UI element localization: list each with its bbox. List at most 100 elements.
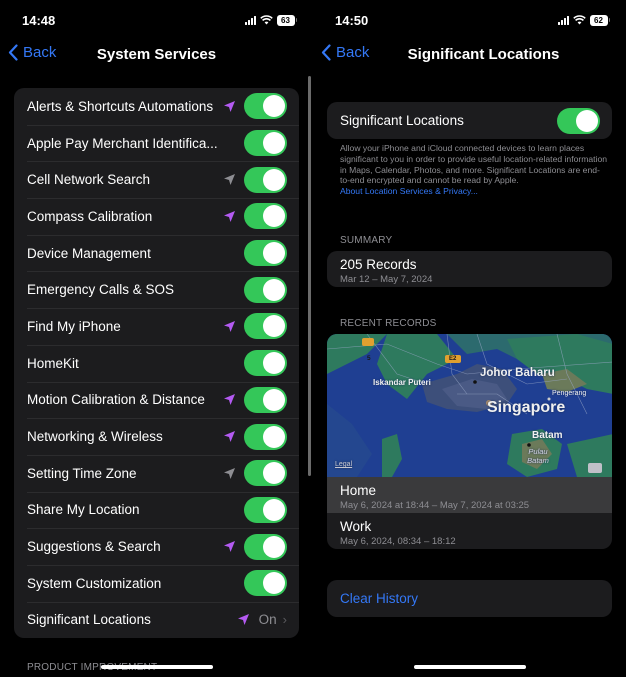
service-row: Setting Time Zone <box>14 454 299 492</box>
description-text: Allow your iPhone and iCloud connected d… <box>340 143 608 197</box>
service-toggle[interactable] <box>244 240 287 267</box>
service-row: Device Management <box>14 234 299 272</box>
service-label: HomeKit <box>27 355 79 371</box>
service-row[interactable]: Significant Locations On › <box>14 601 299 639</box>
service-row: Motion Calibration & Distance <box>14 381 299 419</box>
map-legal-link[interactable]: Legal <box>335 461 352 468</box>
service-row: HomeKit <box>14 344 299 382</box>
cellular-signal-icon <box>244 15 256 25</box>
status-time: 14:48 <box>22 12 56 28</box>
service-row: Emergency Calls & SOS <box>14 271 299 308</box>
map-3d-badge[interactable] <box>588 463 602 473</box>
service-row: Alerts & Shortcuts Automations <box>14 88 299 125</box>
location-arrow-icon <box>237 613 251 627</box>
significant-locations-toggle[interactable] <box>557 107 600 134</box>
location-arrow-icon <box>222 393 236 407</box>
service-label: Find My iPhone <box>27 318 121 334</box>
service-label: Compass Calibration <box>27 208 153 224</box>
cellular-signal-icon <box>557 15 569 25</box>
navigation-bar: Back System Services <box>0 42 313 68</box>
service-toggle[interactable] <box>244 93 287 120</box>
summary-title: 205 Records <box>340 257 417 272</box>
service-label: Share My Location <box>27 502 140 518</box>
battery-icon: 63 <box>276 14 297 26</box>
service-label: Networking & Wireless <box>27 429 163 445</box>
road-shield-5 <box>362 338 374 346</box>
map-label-pulau-batam: Pulau Batam <box>527 447 549 465</box>
service-label: Cell Network Search <box>27 172 151 188</box>
map-road-shield-label: E2 <box>449 356 457 362</box>
location-arrow-icon <box>222 540 236 554</box>
location-arrow-icon <box>222 319 236 333</box>
service-row: Compass Calibration <box>14 198 299 235</box>
service-row: Networking & Wireless <box>14 418 299 455</box>
home-indicator[interactable] <box>413 665 526 669</box>
service-row: Cell Network Search <box>14 161 299 198</box>
battery-icon: 62 <box>589 14 610 26</box>
privacy-link[interactable]: About Location Services & Privacy... <box>340 186 608 197</box>
service-label: System Customization <box>27 575 162 591</box>
status-bar: 14:50 62 <box>335 11 610 29</box>
map-view[interactable]: 5 E2 Johor Baharu Iskandar Puteri Penger… <box>327 334 612 477</box>
service-value: On <box>258 612 277 628</box>
service-toggle[interactable] <box>244 276 287 303</box>
summary-date-range: Mar 12 – May 7, 2024 <box>340 274 433 285</box>
service-row: Find My iPhone <box>14 308 299 345</box>
service-toggle[interactable] <box>244 423 287 450</box>
service-toggle[interactable] <box>244 386 287 413</box>
service-row: Apple Pay Merchant Identifica... <box>14 124 299 162</box>
map-label-iskandar-puteri: Iskandar Puteri <box>373 378 431 387</box>
status-time: 14:50 <box>335 12 369 28</box>
service-label: Emergency Calls & SOS <box>27 282 175 298</box>
wifi-icon <box>259 15 273 25</box>
location-arrow-icon <box>222 99 236 113</box>
service-row: Suggestions & Search <box>14 528 299 565</box>
service-row: Share My Location <box>14 491 299 529</box>
significant-locations-screen: 14:50 62 Back Significant Locations Sign… <box>313 0 626 677</box>
service-label: Apple Pay Merchant Identifica... <box>27 135 218 151</box>
service-label: Significant Locations <box>27 612 151 628</box>
section-header-recent-records: RECENT RECORDS <box>340 318 437 329</box>
map-label-batam: Batam <box>532 430 563 441</box>
location-arrow-icon <box>222 466 236 480</box>
service-toggle[interactable] <box>244 533 287 560</box>
status-bar: 14:48 63 <box>22 11 297 29</box>
record-row-work[interactable]: Work May 6, 2024, 08:34 – 18:12 <box>327 513 612 549</box>
location-arrow-icon <box>222 173 236 187</box>
service-label: Motion Calibration & Distance <box>27 392 205 408</box>
record-row-home[interactable]: Home May 6, 2024 at 18:44 – May 7, 2024 … <box>327 477 612 513</box>
navigation-bar: Back Significant Locations <box>313 42 626 68</box>
page-title: Significant Locations <box>407 46 560 63</box>
map-label-singapore: Singapore <box>487 399 566 416</box>
significant-locations-row: Significant Locations <box>327 102 612 139</box>
service-label: Alerts & Shortcuts Automations <box>27 98 214 114</box>
wifi-icon <box>572 15 586 25</box>
service-toggle[interactable] <box>244 570 287 597</box>
map-label-johor-baharu: Johor Baharu <box>480 367 555 379</box>
service-label: Setting Time Zone <box>27 465 137 481</box>
service-label: Device Management <box>27 245 151 261</box>
service-toggle[interactable] <box>244 130 287 157</box>
summary-group: 205 Records Mar 12 – May 7, 2024 <box>327 251 612 287</box>
service-row: System Customization <box>14 564 299 602</box>
map-road-shield-label: 5 <box>367 355 371 362</box>
service-toggle[interactable] <box>244 496 287 523</box>
home-indicator[interactable] <box>100 665 213 669</box>
summary-row[interactable]: 205 Records Mar 12 – May 7, 2024 <box>327 251 612 287</box>
location-arrow-icon <box>222 209 236 223</box>
service-toggle[interactable] <box>244 313 287 340</box>
service-toggle[interactable] <box>244 350 287 377</box>
location-arrow-icon <box>222 430 236 444</box>
system-services-screen: 14:48 63 Back System Services Alerts & S… <box>0 0 313 677</box>
map-label-pengerang: Pengerang <box>552 390 587 397</box>
page-title: System Services <box>96 46 217 63</box>
service-toggle[interactable] <box>244 460 287 487</box>
scrollbar[interactable] <box>308 76 311 476</box>
system-services-list: Alerts & Shortcuts Automations Apple Pay … <box>14 88 299 639</box>
service-toggle[interactable] <box>244 166 287 193</box>
recent-records-group: 5 E2 Johor Baharu Iskandar Puteri Penger… <box>327 334 612 549</box>
clear-history-button[interactable]: Clear History <box>327 580 612 617</box>
service-toggle[interactable] <box>244 203 287 230</box>
chevron-right-icon: › <box>282 612 287 628</box>
significant-locations-toggle-group: Significant Locations <box>327 102 612 139</box>
